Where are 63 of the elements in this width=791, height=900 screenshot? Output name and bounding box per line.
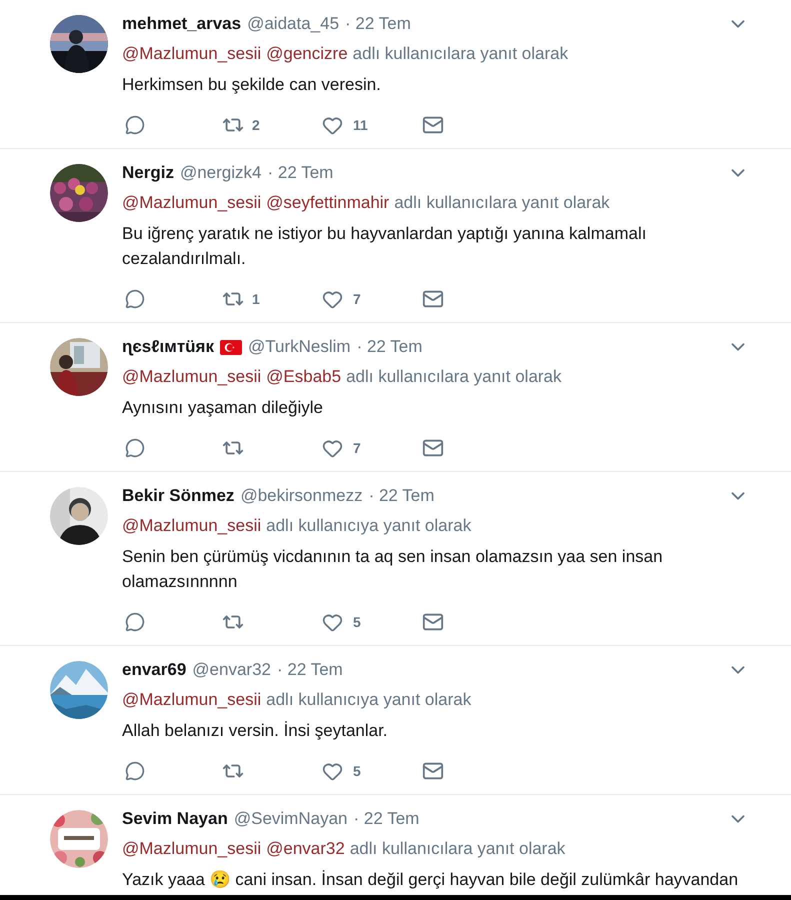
- mail-icon[interactable]: [422, 288, 444, 310]
- timestamp[interactable]: · 22 Tem: [267, 160, 334, 186]
- reply-icon[interactable]: [125, 612, 145, 632]
- like-count: 5: [353, 762, 361, 780]
- mail-icon[interactable]: [422, 114, 444, 136]
- timestamp[interactable]: · 22 Tem: [345, 11, 411, 37]
- like-count: 7: [353, 290, 361, 308]
- user-name[interactable]: Bekir Sönmez: [122, 483, 234, 509]
- mention-link[interactable]: @Mazlumun_sesii: [122, 190, 262, 216]
- like-count: 11: [353, 116, 368, 134]
- like-icon[interactable]: [322, 438, 343, 458]
- tweet-text: Senin ben çürümüş vicdanının ta aq sen insan olamazsın yaa sen insan olamazsınnnnn: [122, 546, 664, 593]
- retweet-count: 2: [252, 116, 260, 134]
- reply-context: adlı kullanıcılara yanıt olarak: [350, 838, 566, 860]
- user-handle: @SevimNayan: [234, 808, 348, 830]
- timestamp[interactable]: · 22 Tem: [353, 806, 420, 832]
- like-count: 7: [353, 438, 361, 458]
- mail-icon[interactable]: [422, 437, 444, 459]
- reply-icon[interactable]: [125, 289, 145, 309]
- like-count: 5: [353, 612, 361, 632]
- reply-icon[interactable]: [125, 438, 145, 458]
- tweet-text: Aynısını yaşaman dileğiyle: [122, 397, 324, 419]
- mention-link[interactable]: @seyfettinmahir: [266, 190, 390, 216]
- like-icon[interactable]: [322, 288, 343, 310]
- user-handle: @nergizk4: [180, 162, 262, 184]
- reply-icon[interactable]: [125, 115, 145, 135]
- user-handle: @aidata_45: [247, 13, 340, 36]
- mention-link[interactable]: @envar32: [266, 836, 345, 862]
- user-handle: @TurkNeslim: [248, 336, 351, 358]
- reply-context: adlı kullanıcılara yanıt olarak: [352, 43, 568, 66]
- mention-link[interactable]: @Esbab5: [266, 364, 342, 390]
- reply-context: adlı kullanıcıya yanıt olarak: [266, 689, 472, 712]
- mention-link[interactable]: @Mazlumun_sesii: [122, 836, 262, 862]
- user-handle: @bekirsonmezz: [240, 485, 363, 508]
- tweet-text: Herkimsen bu şekilde can veresin.: [122, 74, 382, 96]
- user-name[interactable]: envar69: [122, 657, 186, 683]
- like-icon[interactable]: [322, 114, 343, 136]
- timestamp[interactable]: · 22 Tem: [356, 334, 422, 360]
- user-name[interactable]: mehmet_arvas: [122, 11, 242, 37]
- timestamp[interactable]: · 22 Tem: [276, 657, 343, 683]
- tweet-text: Allah belanızı versin. İnsi şeytanlar.: [122, 720, 389, 742]
- mention-link[interactable]: @Mazlumun_sesii: [122, 41, 262, 67]
- user-name[interactable]: Sevim Nayan: [122, 806, 228, 832]
- reply-context: adlı kullanıcıya yanıt olarak: [266, 515, 472, 538]
- reply-icon[interactable]: [125, 761, 145, 781]
- mention-link[interactable]: @Mazlumun_sesii: [122, 687, 262, 713]
- like-icon[interactable]: [322, 760, 343, 782]
- mention-link[interactable]: @Mazlumun_sesii: [122, 513, 262, 539]
- reply-context: adlı kullanıcılara yanıt olarak: [346, 366, 562, 388]
- retweet-count: 1: [252, 290, 260, 308]
- mail-icon[interactable]: [422, 611, 444, 633]
- tweet-text: Bu iğrenç yaratık ne istiyor bu hayvanlardan yaptığı yanına kalmamalı cezalandırılmalı.: [122, 223, 648, 270]
- mention-link[interactable]: @gencizre: [266, 41, 348, 67]
- user-name[interactable]: Nergiz: [122, 160, 174, 186]
- user-handle: @envar32: [192, 659, 271, 682]
- user-name[interactable]: ɳєѕℓιмтüяк: [122, 334, 214, 360]
- mail-icon[interactable]: [422, 760, 444, 782]
- tweet-text: Yazık yaaa 😢 cani insan. İnsan değil gerçi hayvan bile değil zulümkâr hayvandan: [122, 869, 740, 891]
- timestamp[interactable]: · 22 Tem: [368, 483, 434, 509]
- reply-context: adlı kullanıcılara yanıt olarak: [394, 192, 610, 214]
- mention-link[interactable]: @Mazlumun_sesii: [122, 364, 262, 390]
- like-icon[interactable]: [322, 612, 343, 632]
- flag-icon: [220, 340, 242, 354]
